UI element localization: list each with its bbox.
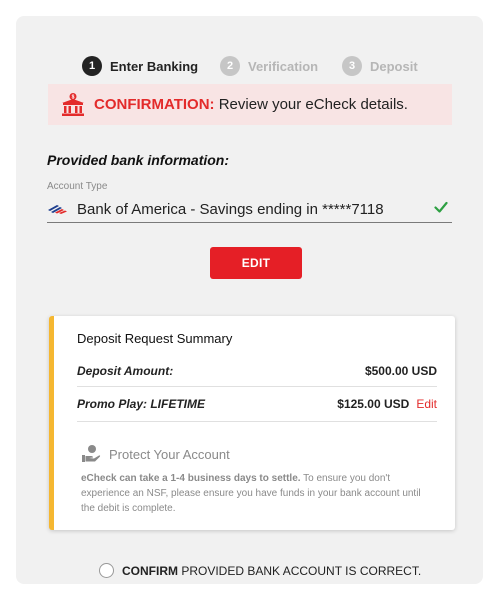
step-deposit: 3 Deposit bbox=[342, 56, 418, 76]
checkmark-icon bbox=[434, 201, 448, 213]
deposit-amount-row: Deposit Amount: $500.00 USD bbox=[77, 361, 437, 381]
promo-amount-value: $125.00 USD bbox=[337, 397, 410, 411]
protect-title: Protect Your Account bbox=[109, 446, 230, 462]
step-label: Verification bbox=[248, 58, 319, 74]
confirm-text: CONFIRM PROVIDED BANK ACCOUNT IS CORRECT… bbox=[122, 564, 421, 578]
banner-title: CONFIRMATION: bbox=[94, 96, 215, 113]
promo-play-row: Promo Play: LIFETIME $125.00 USD Edit bbox=[77, 394, 437, 414]
confirmation-banner: $ CONFIRMATION: Review your eCheck detai… bbox=[48, 84, 452, 125]
step-number: 3 bbox=[342, 56, 362, 76]
row-value: $125.00 USD Edit bbox=[337, 397, 437, 411]
note-bold: eCheck can take a 1-4 business days to s… bbox=[81, 473, 301, 484]
confirm-bold: CONFIRM bbox=[122, 563, 178, 578]
stepper: 1 Enter Banking 2 Verification 3 Deposit bbox=[16, 56, 483, 76]
promo-edit-link[interactable]: Edit bbox=[416, 397, 437, 411]
account-value: Bank of America - Savings ending in ****… bbox=[77, 200, 384, 218]
row-label: Promo Play: LIFETIME bbox=[77, 397, 206, 411]
edit-button[interactable]: EDIT bbox=[210, 247, 302, 279]
row-value: $500.00 USD bbox=[365, 364, 437, 378]
confirm-account-option[interactable]: CONFIRM PROVIDED BANK ACCOUNT IS CORRECT… bbox=[99, 563, 421, 578]
settlement-note: eCheck can take a 1-4 business days to s… bbox=[81, 471, 437, 516]
account-type-field[interactable]: Bank of America - Savings ending in ****… bbox=[47, 196, 452, 223]
step-enter-banking: 1 Enter Banking bbox=[82, 56, 198, 76]
divider bbox=[77, 421, 437, 422]
banner-text: CONFIRMATION: Review your eCheck details… bbox=[94, 96, 408, 113]
step-verification: 2 Verification bbox=[220, 56, 318, 76]
bank-of-america-flag-icon bbox=[48, 205, 67, 214]
row-label: Deposit Amount: bbox=[77, 364, 174, 378]
protect-account-heading: Protect Your Account bbox=[81, 444, 230, 464]
bank-info-heading: Provided bank information: bbox=[47, 152, 230, 168]
summary-title: Deposit Request Summary bbox=[77, 331, 233, 346]
hand-coin-icon bbox=[82, 445, 101, 462]
step-number: 2 bbox=[220, 56, 240, 76]
account-type-label: Account Type bbox=[47, 181, 108, 192]
bank-icon: $ bbox=[62, 92, 84, 116]
deposit-amount-value: $500.00 USD bbox=[364, 364, 437, 378]
step-label: Deposit bbox=[370, 58, 418, 74]
step-label: Enter Banking bbox=[110, 58, 199, 74]
divider bbox=[77, 386, 437, 387]
step-number: 1 bbox=[82, 56, 102, 76]
deposit-summary-card: Deposit Request Summary Deposit Amount: … bbox=[49, 316, 455, 530]
banner-message: Review your eCheck details. bbox=[214, 96, 408, 113]
confirm-rest: PROVIDED BANK ACCOUNT IS CORRECT. bbox=[178, 563, 422, 578]
confirm-radio[interactable] bbox=[99, 563, 114, 578]
